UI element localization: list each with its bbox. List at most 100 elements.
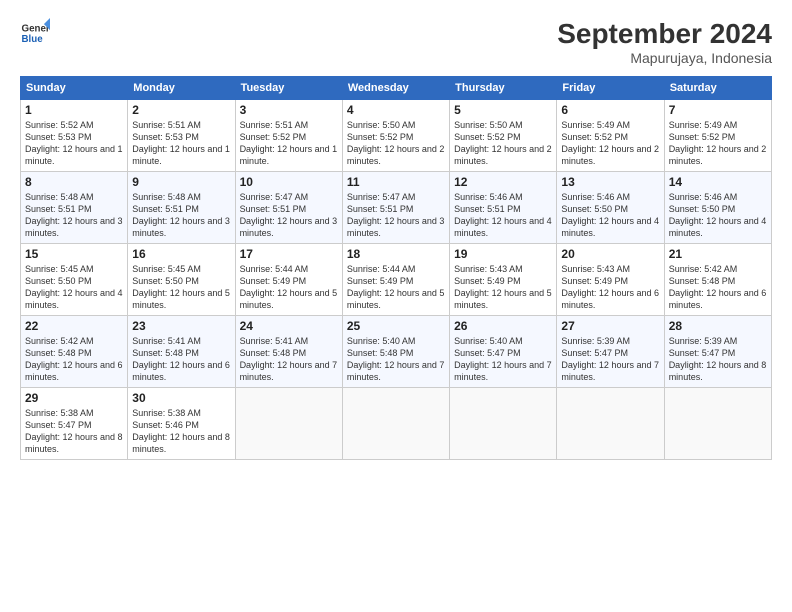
day-number: 4 xyxy=(347,103,445,117)
month-title: September 2024 xyxy=(557,18,772,50)
day-number: 24 xyxy=(240,319,338,333)
week-row-2: 15Sunrise: 5:45 AMSunset: 5:50 PMDayligh… xyxy=(21,244,772,316)
day-number: 10 xyxy=(240,175,338,189)
table-row: 30 Sunrise: 5:38 AMSunset: 5:46 PMDayligh… xyxy=(128,388,235,460)
table-row: 22 Sunrise: 5:42 AMSunset: 5:48 PMDayligh… xyxy=(21,316,128,388)
col-thursday: Thursday xyxy=(450,77,557,100)
day-number: 26 xyxy=(454,319,552,333)
col-wednesday: Wednesday xyxy=(342,77,449,100)
day-info: Sunrise: 5:45 AMSunset: 5:50 PMDaylight:… xyxy=(132,264,230,310)
week-row-4: 29Sunrise: 5:38 AMSunset: 5:47 PMDayligh… xyxy=(21,388,772,460)
table-row xyxy=(664,388,771,460)
table-row xyxy=(235,388,342,460)
table-row: 15Sunrise: 5:45 AMSunset: 5:50 PMDayligh… xyxy=(21,244,128,316)
col-tuesday: Tuesday xyxy=(235,77,342,100)
table-row: 25Sunrise: 5:40 AMSunset: 5:48 PMDayligh… xyxy=(342,316,449,388)
table-row: 24 Sunrise: 5:41 AMSunset: 5:48 PMDayligh… xyxy=(235,316,342,388)
day-number: 7 xyxy=(669,103,767,117)
day-info: Sunrise: 5:47 AMSunset: 5:51 PMDaylight:… xyxy=(240,192,338,238)
day-number: 30 xyxy=(132,391,230,405)
day-number: 28 xyxy=(669,319,767,333)
day-number: 19 xyxy=(454,247,552,261)
day-number: 25 xyxy=(347,319,445,333)
col-monday: Monday xyxy=(128,77,235,100)
day-number: 5 xyxy=(454,103,552,117)
day-number: 12 xyxy=(454,175,552,189)
table-row: 2Sunrise: 5:51 AMSunset: 5:53 PMDaylight… xyxy=(128,100,235,172)
day-info: Sunrise: 5:42 AMSunset: 5:48 PMDaylight:… xyxy=(25,336,123,382)
day-info: Sunrise: 5:47 AMSunset: 5:51 PMDaylight:… xyxy=(347,192,445,238)
day-info: Sunrise: 5:46 AMSunset: 5:50 PMDaylight:… xyxy=(669,192,767,238)
table-row xyxy=(342,388,449,460)
day-info: Sunrise: 5:40 AMSunset: 5:47 PMDaylight:… xyxy=(454,336,552,382)
day-number: 29 xyxy=(25,391,123,405)
col-friday: Friday xyxy=(557,77,664,100)
calendar-table: Sunday Monday Tuesday Wednesday Thursday… xyxy=(20,76,772,460)
table-row: 9Sunrise: 5:48 AMSunset: 5:51 PMDaylight… xyxy=(128,172,235,244)
day-number: 23 xyxy=(132,319,230,333)
table-row: 1 Sunrise: 5:52 AMSunset: 5:53 PMDaylight… xyxy=(21,100,128,172)
table-row: 19 Sunrise: 5:43 AMSunset: 5:49 PMDayligh… xyxy=(450,244,557,316)
day-info: Sunrise: 5:49 AMSunset: 5:52 PMDaylight:… xyxy=(669,120,767,166)
day-info: Sunrise: 5:51 AMSunset: 5:53 PMDaylight:… xyxy=(132,120,230,166)
day-info: Sunrise: 5:50 AMSunset: 5:52 PMDaylight:… xyxy=(454,120,552,166)
week-row-1: 8Sunrise: 5:48 AMSunset: 5:51 PMDaylight… xyxy=(21,172,772,244)
table-row: 20Sunrise: 5:43 AMSunset: 5:49 PMDayligh… xyxy=(557,244,664,316)
day-info: Sunrise: 5:46 AMSunset: 5:50 PMDaylight:… xyxy=(561,192,659,238)
table-row: 26 Sunrise: 5:40 AMSunset: 5:47 PMDayligh… xyxy=(450,316,557,388)
table-row: 28 Sunrise: 5:39 AMSunset: 5:47 PMDayligh… xyxy=(664,316,771,388)
day-info: Sunrise: 5:44 AMSunset: 5:49 PMDaylight:… xyxy=(240,264,338,310)
day-info: Sunrise: 5:51 AMSunset: 5:52 PMDaylight:… xyxy=(240,120,338,166)
title-block: September 2024 Mapurujaya, Indonesia xyxy=(557,18,772,66)
day-number: 6 xyxy=(561,103,659,117)
table-row xyxy=(450,388,557,460)
day-number: 18 xyxy=(347,247,445,261)
day-number: 13 xyxy=(561,175,659,189)
table-row: 16 Sunrise: 5:45 AMSunset: 5:50 PMDayligh… xyxy=(128,244,235,316)
day-number: 22 xyxy=(25,319,123,333)
day-info: Sunrise: 5:39 AMSunset: 5:47 PMDaylight:… xyxy=(561,336,659,382)
table-row: 8Sunrise: 5:48 AMSunset: 5:51 PMDaylight… xyxy=(21,172,128,244)
day-info: Sunrise: 5:38 AMSunset: 5:46 PMDaylight:… xyxy=(132,408,230,454)
day-number: 16 xyxy=(132,247,230,261)
table-row: 29Sunrise: 5:38 AMSunset: 5:47 PMDayligh… xyxy=(21,388,128,460)
day-info: Sunrise: 5:50 AMSunset: 5:52 PMDaylight:… xyxy=(347,120,445,166)
location-subtitle: Mapurujaya, Indonesia xyxy=(557,50,772,66)
day-info: Sunrise: 5:42 AMSunset: 5:48 PMDaylight:… xyxy=(669,264,767,310)
day-number: 8 xyxy=(25,175,123,189)
day-info: Sunrise: 5:45 AMSunset: 5:50 PMDaylight:… xyxy=(25,264,123,310)
table-row: 13 Sunrise: 5:46 AMSunset: 5:50 PMDayligh… xyxy=(557,172,664,244)
day-info: Sunrise: 5:41 AMSunset: 5:48 PMDaylight:… xyxy=(132,336,230,382)
day-number: 3 xyxy=(240,103,338,117)
table-row: 6Sunrise: 5:49 AMSunset: 5:52 PMDaylight… xyxy=(557,100,664,172)
day-info: Sunrise: 5:52 AMSunset: 5:53 PMDaylight:… xyxy=(25,120,123,166)
table-row: 4 Sunrise: 5:50 AMSunset: 5:52 PMDaylight… xyxy=(342,100,449,172)
logo: General Blue xyxy=(20,18,50,48)
day-info: Sunrise: 5:43 AMSunset: 5:49 PMDaylight:… xyxy=(454,264,552,310)
week-row-0: 1 Sunrise: 5:52 AMSunset: 5:53 PMDaylight… xyxy=(21,100,772,172)
table-row: 3 Sunrise: 5:51 AMSunset: 5:52 PMDaylight… xyxy=(235,100,342,172)
day-info: Sunrise: 5:39 AMSunset: 5:47 PMDaylight:… xyxy=(669,336,767,382)
day-number: 21 xyxy=(669,247,767,261)
day-info: Sunrise: 5:46 AMSunset: 5:51 PMDaylight:… xyxy=(454,192,552,238)
table-row: 5 Sunrise: 5:50 AMSunset: 5:52 PMDaylight… xyxy=(450,100,557,172)
day-number: 27 xyxy=(561,319,659,333)
page: General Blue September 2024 Mapurujaya, … xyxy=(0,0,792,612)
day-number: 9 xyxy=(132,175,230,189)
table-row: 21 Sunrise: 5:42 AMSunset: 5:48 PMDayligh… xyxy=(664,244,771,316)
header: General Blue September 2024 Mapurujaya, … xyxy=(20,18,772,66)
header-row: Sunday Monday Tuesday Wednesday Thursday… xyxy=(21,77,772,100)
table-row: 14Sunrise: 5:46 AMSunset: 5:50 PMDayligh… xyxy=(664,172,771,244)
svg-text:Blue: Blue xyxy=(22,34,44,45)
table-row: 27 Sunrise: 5:39 AMSunset: 5:47 PMDayligh… xyxy=(557,316,664,388)
day-number: 17 xyxy=(240,247,338,261)
week-row-3: 22 Sunrise: 5:42 AMSunset: 5:48 PMDayligh… xyxy=(21,316,772,388)
table-row: 11 Sunrise: 5:47 AMSunset: 5:51 PMDayligh… xyxy=(342,172,449,244)
day-number: 1 xyxy=(25,103,123,117)
table-row xyxy=(557,388,664,460)
col-saturday: Saturday xyxy=(664,77,771,100)
day-info: Sunrise: 5:41 AMSunset: 5:48 PMDaylight:… xyxy=(240,336,338,382)
table-row: 12 Sunrise: 5:46 AMSunset: 5:51 PMDayligh… xyxy=(450,172,557,244)
day-number: 11 xyxy=(347,175,445,189)
col-sunday: Sunday xyxy=(21,77,128,100)
